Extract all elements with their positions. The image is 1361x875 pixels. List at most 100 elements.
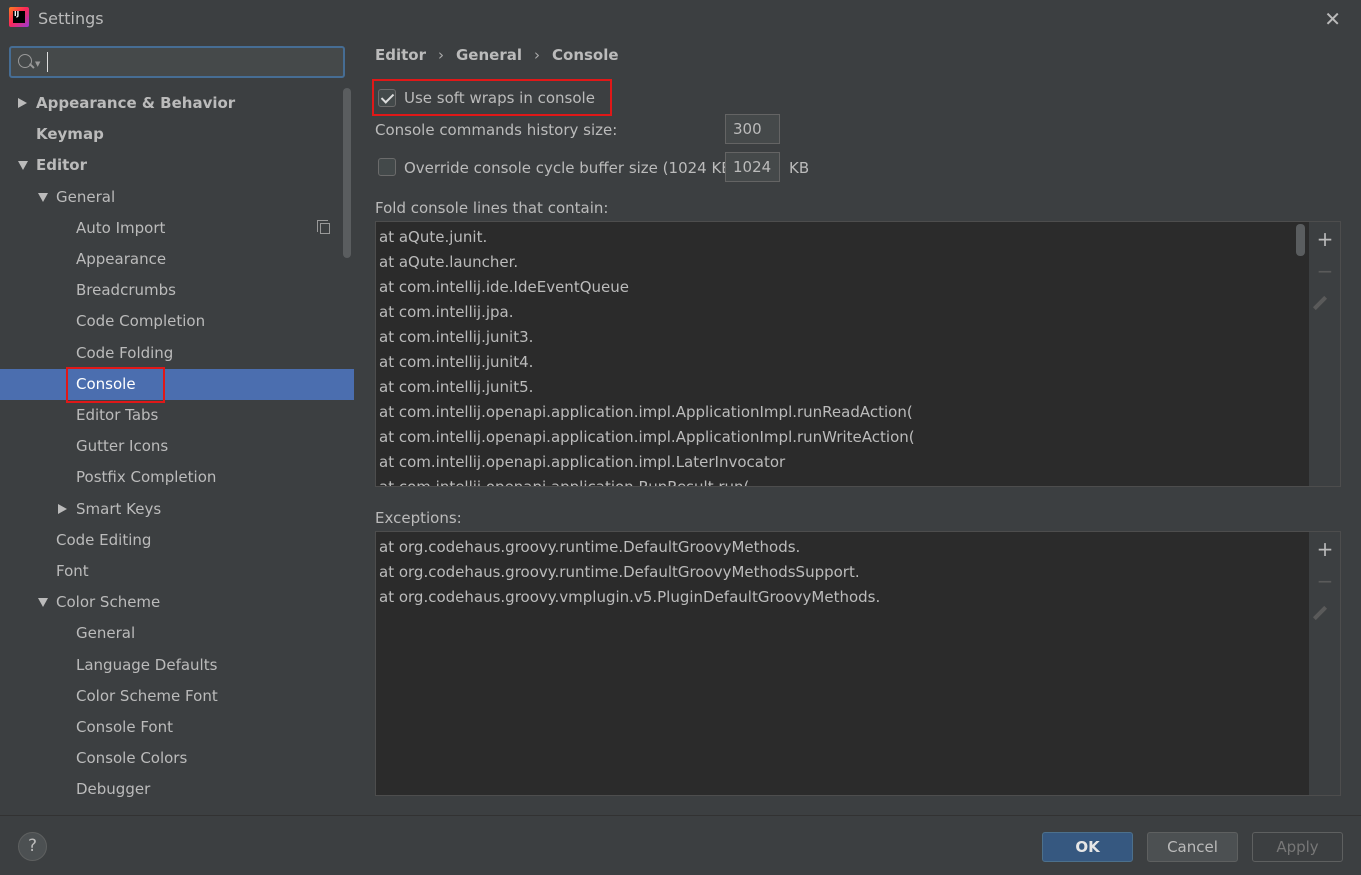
search-icon[interactable]	[18, 54, 32, 68]
buffer-size-input[interactable]: 1024	[725, 152, 780, 182]
tree-item-label: Language Defaults	[76, 655, 218, 674]
tree-item-label: Editor	[36, 156, 87, 175]
search-input[interactable]	[51, 50, 331, 74]
tree-item-postfix-completion[interactable]: Postfix Completion	[0, 462, 354, 493]
tree-item-label: Editor Tabs	[76, 406, 159, 424]
add-exception-button[interactable]: +	[1314, 538, 1336, 560]
fold-line-item[interactable]: at com.intellij.junit4.	[379, 350, 533, 375]
settings-navigation-panel: ▼ Appearance & Behavior Keymap Editor Gener…	[0, 36, 354, 815]
tree-item-label: Breadcrumbs	[76, 281, 176, 300]
tree-item-general[interactable]: General	[0, 182, 354, 213]
tree-item-appearance-behavior[interactable]: Appearance & Behavior	[0, 88, 354, 119]
expand-arrow-icon[interactable]	[58, 503, 67, 514]
tree-item-gutter-icons[interactable]: Gutter Icons	[0, 431, 354, 462]
tree-item-color-scheme[interactable]: Color Scheme	[0, 587, 354, 618]
exception-item[interactable]: at org.codehaus.groovy.vmplugin.v5.Plugi…	[379, 585, 880, 610]
tree-item-breadcrumbs[interactable]: Breadcrumbs	[0, 275, 354, 306]
exception-item[interactable]: at org.codehaus.groovy.runtime.DefaultGr…	[379, 560, 860, 585]
tree-item-debugger[interactable]: Debugger	[0, 774, 354, 805]
tree-item-console-font[interactable]: Console Font	[0, 712, 354, 743]
breadcrumb-separator: ›	[438, 46, 444, 64]
tree-item-code-folding[interactable]: Code Folding	[0, 338, 354, 369]
tree-item-editor-tabs[interactable]: Editor Tabs	[0, 400, 354, 431]
fold-line-item[interactable]: at com.intellij.jpa.	[379, 300, 514, 325]
tree-item-label: Appearance & Behavior	[36, 94, 236, 112]
tree-item-appearance[interactable]: Appearance	[0, 244, 354, 275]
fold-list-toolbar: + −	[1309, 221, 1341, 487]
tree-item-code-completion[interactable]: Code Completion	[0, 306, 354, 337]
buffer-size-unit: KB	[789, 159, 810, 177]
fold-line-item[interactable]: at aQute.junit.	[379, 225, 487, 250]
tree-scrollbar[interactable]	[343, 88, 351, 258]
cancel-button[interactable]: Cancel	[1147, 832, 1238, 862]
fold-line-item[interactable]: at com.intellij.junit5.	[379, 375, 533, 400]
help-button[interactable]: ?	[18, 832, 47, 861]
tree-item-keymap[interactable]: Keymap	[0, 119, 354, 150]
tree-item-label: Appearance	[76, 250, 167, 268]
dialog-button-bar: ? OK Cancel Apply	[0, 815, 1361, 875]
tree-item-label: Smart Keys	[76, 499, 162, 518]
collapse-arrow-icon[interactable]	[38, 598, 48, 608]
search-options-chevron-icon[interactable]: ▼	[35, 60, 40, 68]
collapse-arrow-icon[interactable]	[38, 192, 48, 202]
soft-wraps-label[interactable]: Use soft wraps in console	[404, 89, 595, 107]
history-size-label: Console commands history size:	[375, 121, 618, 139]
override-buffer-checkbox[interactable]	[378, 158, 396, 176]
tree-item-label: General	[56, 187, 116, 206]
breadcrumb-item: Editor	[375, 46, 426, 64]
text-cursor	[47, 52, 48, 72]
tree-item-font[interactable]: Font	[0, 556, 354, 587]
tree-item-editor[interactable]: Editor	[0, 150, 354, 181]
fold-line-item[interactable]: at com.intellij.openapi.application.impl…	[379, 450, 785, 475]
ok-button[interactable]: OK	[1042, 832, 1133, 862]
tree-item-console-colors[interactable]: Console Colors	[0, 743, 354, 774]
collapse-arrow-icon[interactable]	[18, 161, 28, 171]
breadcrumb-item: Console	[552, 46, 619, 64]
tree-item-auto-import[interactable]: Auto Import	[0, 213, 354, 244]
fold-line-item[interactable]: at com.intellij.openapi.application.impl…	[379, 400, 913, 425]
fold-line-item[interactable]: at com.intellij.openapi.application.RunR…	[379, 475, 749, 486]
history-size-input[interactable]: 300	[725, 114, 780, 144]
breadcrumb-item: General	[456, 46, 522, 64]
fold-line-item[interactable]: at com.intellij.ide.IdeEventQueue	[379, 275, 629, 300]
breadcrumb-separator: ›	[534, 46, 540, 64]
tree-item-label: Debugger	[76, 780, 151, 799]
tree-item-smart-keys[interactable]: Smart Keys	[0, 494, 354, 525]
edit-pencil-icon[interactable]	[1312, 295, 1328, 311]
exception-item[interactable]: at org.codehaus.groovy.runtime.DefaultGr…	[379, 535, 800, 560]
fold-lines-label: Fold console lines that contain:	[375, 199, 609, 217]
tree-item-general[interactable]: General	[0, 618, 354, 649]
add-fold-line-button[interactable]: +	[1314, 228, 1336, 250]
fold-line-item[interactable]: at aQute.launcher.	[379, 250, 518, 275]
tree-item-label: Console Font	[76, 718, 173, 736]
tree-item-label: Console	[76, 374, 136, 393]
tree-item-console[interactable]: Console	[0, 368, 354, 400]
expand-arrow-icon[interactable]	[18, 98, 27, 108]
tree-item-code-editing[interactable]: Code Editing	[0, 525, 354, 556]
tree-item-color-scheme-font[interactable]: Color Scheme Font	[0, 681, 354, 712]
breadcrumb: Editor › General › Console	[375, 46, 619, 64]
tree-item-label: Color Scheme	[56, 593, 161, 612]
remove-exception-button[interactable]: −	[1314, 570, 1336, 592]
fold-lines-list[interactable]: at aQute.junit. at aQute.launcher. at com.…	[375, 221, 1310, 487]
exceptions-list-toolbar: + −	[1309, 531, 1341, 796]
tree-item-label: General	[76, 624, 136, 643]
fold-line-item[interactable]: at com.intellij.openapi.application.impl…	[379, 425, 915, 450]
apply-button[interactable]: Apply	[1252, 832, 1343, 862]
tree-item-language-defaults[interactable]: Language Defaults	[0, 650, 354, 681]
fold-list-scrollbar[interactable]	[1296, 224, 1305, 256]
tree-item-label: Postfix Completion	[76, 468, 217, 487]
soft-wraps-checkbox[interactable]	[378, 89, 396, 107]
fold-line-item[interactable]: at com.intellij.junit3.	[379, 325, 533, 350]
remove-fold-line-button[interactable]: −	[1314, 260, 1336, 282]
exceptions-label: Exceptions:	[375, 509, 462, 527]
console-settings-panel: Editor › General › Console Use soft wraps in…	[354, 36, 1361, 815]
edit-pencil-icon[interactable]	[1312, 605, 1328, 621]
close-icon[interactable]: ✕	[1324, 7, 1341, 31]
exceptions-list[interactable]: at org.codehaus.groovy.runtime.DefaultGr…	[375, 531, 1310, 796]
tree-item-label: Code Folding	[76, 343, 174, 362]
project-settings-copy-icon	[317, 219, 330, 234]
tree-item-label: Font	[56, 562, 89, 580]
search-field[interactable]: ▼	[9, 46, 345, 78]
override-buffer-label[interactable]: Override console cycle buffer size (1024…	[404, 159, 737, 177]
